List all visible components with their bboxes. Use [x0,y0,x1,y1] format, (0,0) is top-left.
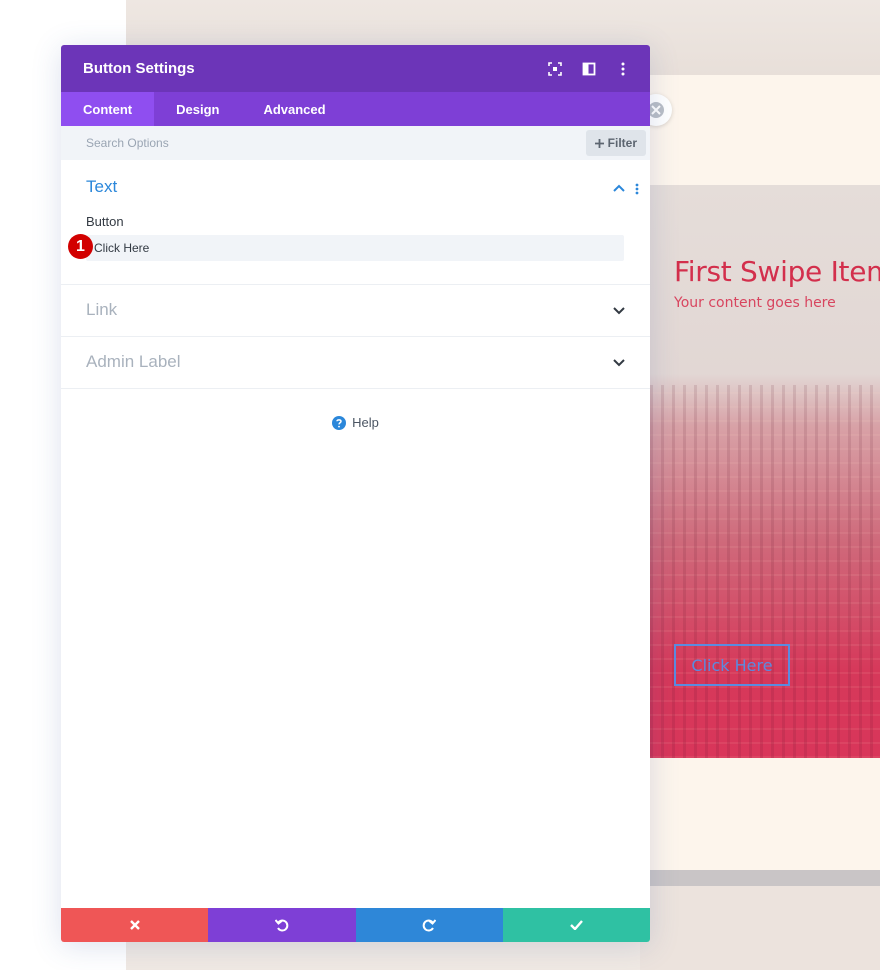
help-label: Help [352,415,379,430]
slide-button[interactable]: Click Here [674,644,790,686]
group-title-text[interactable]: Text [86,177,117,197]
undo-button[interactable] [208,908,356,942]
slide-subtitle: Your content goes here [674,295,836,311]
plus-icon [594,138,604,148]
filter-button[interactable]: Filter [585,130,646,156]
tab-advanced[interactable]: Advanced [241,92,347,126]
check-icon [570,920,583,930]
discard-button[interactable] [61,908,209,942]
swipe-slide: First Swipe Item Your content goes here … [650,185,880,758]
search-input[interactable]: Search Options [86,136,169,150]
redo-icon [422,919,437,932]
slide-title: First Swipe Item [674,255,880,288]
chevron-down-icon[interactable] [612,304,626,318]
group-title-link[interactable]: Link [86,300,117,320]
more-options-icon[interactable] [610,56,636,82]
tab-content[interactable]: Content [61,92,155,126]
modal-title: Button Settings [83,60,195,77]
chevron-down-icon[interactable] [612,356,626,370]
group-admin-label[interactable]: Admin Label [61,337,650,389]
redo-button[interactable] [355,908,503,942]
group-link[interactable]: Link [61,285,650,337]
modal-header: Button Settings [61,45,650,92]
modal-tabs: Content Design Advanced [61,92,650,126]
modal-footer [61,908,650,942]
tab-design[interactable]: Design [154,92,241,126]
search-options-bar[interactable]: Search Options Filter [61,126,650,160]
button-text-label: Button [86,214,124,229]
x-icon [129,920,140,930]
page-bottom-section [640,886,880,970]
save-button[interactable] [502,908,650,942]
page-divider [640,870,880,886]
help-icon [332,415,347,430]
group-title-admin-label[interactable]: Admin Label [86,352,181,372]
filter-label: Filter [607,136,637,150]
button-text-input[interactable]: Click Here [86,235,624,261]
chevron-up-icon[interactable] [612,181,626,195]
split-view-icon[interactable] [576,56,602,82]
header-actions [542,45,636,92]
group-more-icon[interactable] [635,182,639,200]
fullscreen-icon[interactable] [542,56,568,82]
undo-icon [274,919,289,932]
group-text: Text Button Click Here [61,160,650,285]
help-link[interactable]: Help [61,415,650,430]
button-settings-modal: Button Settings Content Design Advanced … [61,45,650,942]
step-badge: 1 [68,234,93,259]
slide-background-image [650,385,880,758]
